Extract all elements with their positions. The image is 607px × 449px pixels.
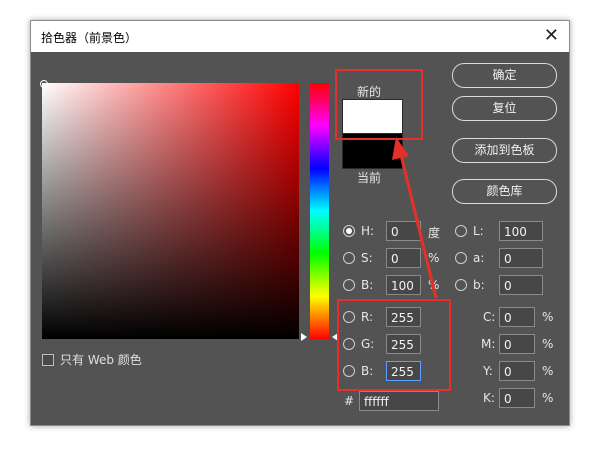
annotation-arrow bbox=[392, 137, 438, 299]
